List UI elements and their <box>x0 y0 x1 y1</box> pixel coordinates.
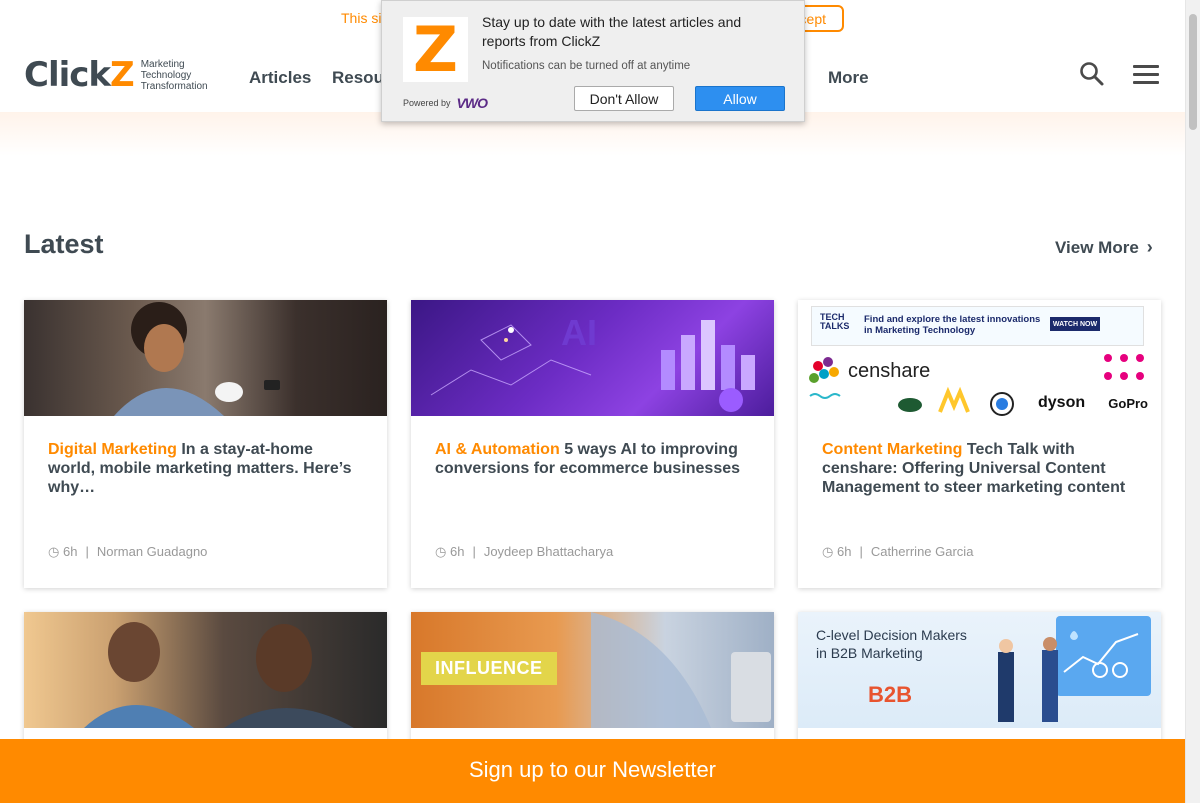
article-image-ai[interactable]: AI <box>411 300 774 416</box>
article-card[interactable]: AI AI & Automation 5 ways AI to improvin… <box>411 300 774 588</box>
card-author: Catherrine Garcia <box>870 544 974 559</box>
clickz-logo[interactable]: ClickZ Marketing Technology Transformati… <box>24 58 208 92</box>
clock-icon: ◷ <box>48 544 60 559</box>
article-image-influence[interactable]: INFLUENCE <box>411 612 774 728</box>
article-card[interactable]: C-level Decision Makers in B2B Marketing… <box>798 612 1161 742</box>
card-meta: ◷ 6h | Catherrine Garcia <box>822 544 974 559</box>
powered-by: Powered by VWO <box>403 95 488 111</box>
logo-wordmark: ClickZ <box>24 55 135 95</box>
article-image-censhare[interactable]: TECH TALKS Find and explore the latest in… <box>798 300 1161 416</box>
card-meta: ◷ 6h | Norman Guadagno <box>48 544 208 559</box>
card-headline[interactable]: Digital Marketing In a stay-at-home worl… <box>48 440 363 497</box>
newsletter-signup-bar[interactable]: Sign up to our Newsletter <box>0 739 1185 803</box>
card-headline[interactable]: AI & Automation 5 ways AI to improving c… <box>435 440 750 478</box>
card-category[interactable]: Digital Marketing <box>48 441 177 458</box>
clock-icon: ◷ <box>822 544 834 559</box>
dont-allow-button[interactable]: Don't Allow <box>574 86 674 111</box>
section-title-latest: Latest <box>24 229 104 259</box>
article-card[interactable]: Digital Marketing In a stay-at-home worl… <box>24 300 387 588</box>
clock-icon: ◷ <box>435 544 447 559</box>
svg-text:AI: AI <box>561 312 597 353</box>
search-icon[interactable] <box>1078 60 1106 88</box>
scrollbar-thumb[interactable] <box>1189 14 1197 130</box>
censhare-logo-text: censhare <box>848 360 931 382</box>
article-image-b2b[interactable]: C-level Decision Makers in B2B Marketing… <box>798 612 1161 728</box>
article-card[interactable] <box>24 612 387 742</box>
card-author: Joydeep Bhattacharya <box>483 544 614 559</box>
article-image-car-couple[interactable] <box>24 612 387 728</box>
allow-button[interactable]: Allow <box>695 86 785 111</box>
logo-tagline: Marketing Technology Transformation <box>140 58 208 92</box>
nav-more[interactable]: More <box>828 68 869 88</box>
cookie-text: This si <box>341 10 382 26</box>
nav-articles[interactable]: Articles <box>249 68 311 88</box>
card-category[interactable]: Content Marketing <box>822 441 962 458</box>
card-category[interactable]: AI & Automation <box>435 441 560 458</box>
card-meta: ◷ 6h | Joydeep Bhattacharya <box>435 544 614 559</box>
brand-logos: dyson GoPro <box>1038 394 1148 411</box>
card-body: Content Marketing Tech Talk with censhar… <box>798 416 1161 588</box>
view-more-link[interactable]: View More › <box>1055 237 1153 258</box>
article-image-mobile-woman[interactable] <box>24 300 387 416</box>
article-card[interactable]: TECH TALKS Find and explore the latest in… <box>798 300 1161 588</box>
nav-resources[interactable]: Resou <box>332 68 384 88</box>
chevron-right-icon: › <box>1146 237 1153 257</box>
push-notification-prompt: Z Stay up to date with the latest articl… <box>381 0 805 122</box>
card-body: AI & Automation 5 ways AI to improving c… <box>411 416 774 588</box>
newsletter-label: Sign up to our Newsletter <box>468 757 717 782</box>
clickz-z-logo: Z <box>403 17 468 82</box>
notification-title: Stay up to date with the latest articles… <box>482 14 742 49</box>
article-card[interactable]: INFLUENCE <box>411 612 774 742</box>
hamburger-menu-icon[interactable] <box>1133 65 1159 85</box>
notification-subtitle: Notifications can be turned off at anyti… <box>482 60 691 72</box>
page-scrollbar[interactable] <box>1185 0 1200 803</box>
card-body: Digital Marketing In a stay-at-home worl… <box>24 416 387 588</box>
vwo-logo: VWO <box>456 95 488 111</box>
card-headline[interactable]: Content Marketing Tech Talk with censhar… <box>822 440 1137 497</box>
card-author: Norman Guadagno <box>96 544 208 559</box>
